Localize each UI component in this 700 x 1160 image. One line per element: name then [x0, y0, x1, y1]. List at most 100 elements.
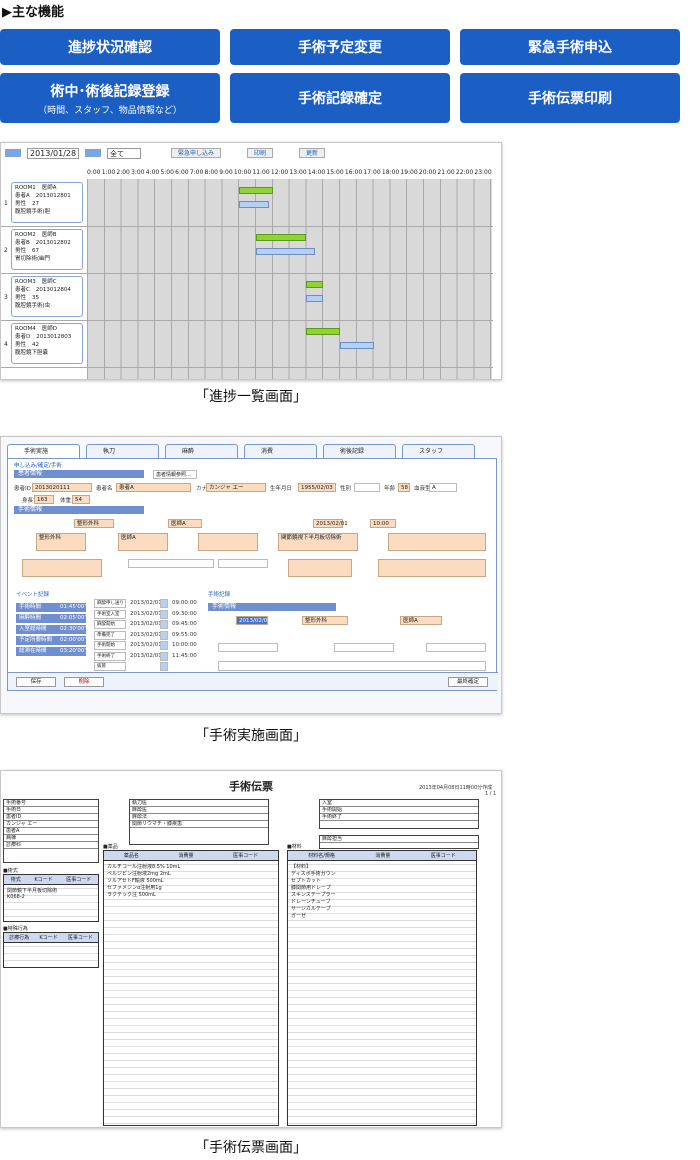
- drug-row: ソルアセトF輸液 500mL: [107, 878, 164, 884]
- tab-5[interactable]: スタッフ: [402, 444, 475, 458]
- time-stamp-button[interactable]: 麻酔申し送り: [94, 599, 126, 608]
- filter-select[interactable]: 全て: [107, 147, 141, 159]
- room-card[interactable]: ROOM1 医師A 患者A 2013012801 男性 27 腹腔鏡手術(胆: [11, 182, 83, 223]
- drain-input[interactable]: [334, 643, 394, 652]
- record-confirm-button[interactable]: 手術記録確定: [230, 73, 450, 123]
- special-section-label: ■特殊行為: [3, 926, 28, 932]
- schedule-bar-actual[interactable]: [238, 201, 270, 208]
- calendar-icon[interactable]: [160, 620, 168, 629]
- blood-select[interactable]: A: [429, 483, 457, 492]
- surgeon-box[interactable]: 医師A: [118, 533, 168, 551]
- record-doctor-field[interactable]: 医師A: [400, 616, 442, 625]
- time-stamp-button[interactable]: 手術室入室: [94, 609, 126, 619]
- record-dept-field[interactable]: 整形外科: [302, 616, 348, 625]
- sex-select[interactable]: [354, 483, 380, 492]
- department-field[interactable]: 整形外科: [74, 519, 114, 528]
- weight-field[interactable]: 54: [72, 495, 90, 504]
- dept-box[interactable]: 整形外科: [36, 533, 86, 551]
- schedule-bar-actual[interactable]: [306, 295, 324, 302]
- prev-date-arrow-icon[interactable]: [5, 149, 21, 157]
- schedule-bar-actual[interactable]: [340, 342, 374, 349]
- kana-field[interactable]: カンジャ エー: [206, 483, 266, 492]
- tab-4[interactable]: 術後記録: [323, 444, 396, 458]
- event-value: 01:45'00": [60, 604, 87, 610]
- time-stamp-button[interactable]: 準備完了: [94, 630, 126, 640]
- position-field[interactable]: [128, 559, 214, 568]
- calendar-icon[interactable]: [160, 651, 168, 661]
- calendar-icon[interactable]: [160, 641, 168, 650]
- procedure-box[interactable]: 関節鏡視下半月板切除術: [278, 533, 358, 551]
- schedule-bar-plan[interactable]: [238, 187, 273, 194]
- anesthesia-box[interactable]: [288, 559, 352, 577]
- tab-2[interactable]: 麻酔: [165, 444, 238, 458]
- material-row: ガーゼ: [291, 913, 307, 919]
- technique-box[interactable]: [388, 533, 486, 551]
- patient-id-field[interactable]: 2013020111: [32, 483, 92, 492]
- surgery-date-field[interactable]: 2013/02/01: [313, 519, 348, 528]
- surgeon-field[interactable]: 医師A: [168, 519, 202, 528]
- slip-print-button[interactable]: 手術伝票印刷: [460, 73, 680, 123]
- infection-field[interactable]: [218, 559, 268, 568]
- room-patient: 患者C: [15, 287, 30, 293]
- slip-procedure: 関節リウマチ・膝疾患: [130, 821, 268, 828]
- tab-0[interactable]: 手術実施: [7, 444, 80, 458]
- technique-row: K068-2: [7, 894, 25, 900]
- time-stamp-button[interactable]: 麻酔開始: [94, 620, 126, 629]
- print-button[interactable]: 印刷: [247, 148, 274, 158]
- position-box[interactable]: [22, 559, 102, 577]
- tab-3[interactable]: 消費: [244, 444, 317, 458]
- save-button[interactable]: 保存: [16, 677, 56, 687]
- room-card[interactable]: ROOM3 医師C 患者C 2013012804 男性 35 腹腔鏡手術(虫: [11, 276, 83, 317]
- slip-print-label: 手術伝票印刷: [528, 91, 612, 107]
- tab-1[interactable]: 執刀: [86, 444, 159, 458]
- height-label: 身長: [22, 498, 34, 504]
- material-row: 膝関節用ドレープ: [291, 885, 331, 891]
- schedule-bar-plan[interactable]: [306, 328, 341, 335]
- final-confirm-button[interactable]: 最終確定: [448, 677, 488, 687]
- time-stamp-button[interactable]: 抜管: [94, 662, 126, 671]
- time-date: 2013/02/01: [130, 652, 162, 659]
- next-date-arrow-icon[interactable]: [85, 149, 101, 157]
- progress-check-label: 進捗状況確認: [68, 40, 152, 56]
- patient-name-field[interactable]: 患者A: [116, 483, 191, 492]
- birth-field[interactable]: 1955/02/03: [298, 483, 336, 492]
- record-entry-button[interactable]: 術中･術後記録登録 （時間、スタッフ、物品情報など）: [0, 73, 220, 123]
- assistant-box[interactable]: [198, 533, 258, 551]
- date-field[interactable]: 2013/01/28: [27, 147, 79, 159]
- calendar-icon[interactable]: [160, 599, 168, 608]
- schedule-change-button[interactable]: 手術予定変更: [230, 29, 450, 65]
- birth-label: 生年月日: [270, 486, 293, 492]
- slip-patient-name: カンジャ エー: [4, 821, 98, 828]
- progress-check-button[interactable]: 進捗状況確認: [0, 29, 220, 65]
- patient-lookup-button[interactable]: 患者情報参照...: [153, 470, 197, 479]
- emergency-request-button[interactable]: 緊急手術申込: [460, 29, 680, 65]
- calendar-icon[interactable]: [160, 662, 168, 671]
- room-doctor: 医師C: [41, 279, 57, 285]
- start-time-field[interactable]: 10:00: [370, 519, 396, 528]
- schedule-bar-plan[interactable]: [255, 234, 307, 241]
- schedule-bar-plan[interactable]: [306, 281, 324, 288]
- time-stamp-button[interactable]: 手術終了: [94, 651, 126, 661]
- delete-button[interactable]: 削除: [64, 677, 104, 687]
- room-sex: 男性: [15, 201, 27, 207]
- time-stamp-button[interactable]: 手術開始: [94, 641, 126, 650]
- position-input[interactable]: [218, 643, 278, 652]
- calendar-icon[interactable]: [160, 609, 168, 619]
- room-doctor: 医師A: [41, 185, 57, 191]
- notes-input[interactable]: [218, 661, 486, 671]
- tab-bar: 手術実施 執刀 麻酔 消費 術後記録 スタッフ: [7, 444, 475, 458]
- room-age: 35: [32, 295, 40, 301]
- emergency-button[interactable]: 緊急申し込み: [171, 148, 222, 158]
- schedule-bar-actual[interactable]: [255, 248, 315, 255]
- height-field[interactable]: 163: [34, 495, 54, 504]
- anesthesia-method-box[interactable]: [378, 559, 486, 577]
- age-field[interactable]: 58: [398, 483, 410, 492]
- room-card[interactable]: ROOM4 医師D 患者D 2013012803 男性 42 腹腔鏡下胆嚢: [11, 323, 83, 364]
- room-doctor: 医師D: [41, 326, 57, 332]
- calendar-icon[interactable]: [160, 630, 168, 640]
- record-date-field[interactable]: 2013/02/01: [236, 616, 271, 625]
- row-divider: [1, 273, 493, 274]
- room-card[interactable]: ROOM2 医師B 患者B 2013012802 男性 67 胃切除術(幽門: [11, 229, 83, 270]
- vessel-input[interactable]: [426, 643, 486, 652]
- refresh-button[interactable]: 更新: [299, 148, 326, 158]
